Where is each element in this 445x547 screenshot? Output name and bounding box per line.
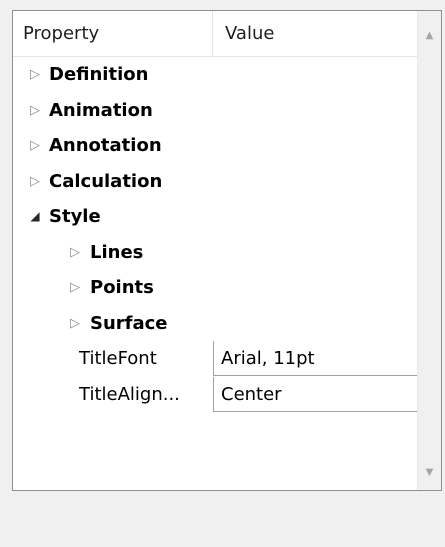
property-value-field[interactable]: Center xyxy=(213,376,419,412)
subcategory-row-points[interactable]: ▷ Points xyxy=(13,270,419,306)
subcategory-row-surface[interactable]: ▷ Surface xyxy=(13,306,419,342)
category-row-annotation[interactable]: ▷ Annotation xyxy=(13,128,419,164)
property-row-titlefont[interactable]: TitleFont Arial, 11pt xyxy=(13,341,419,377)
property-name: TitleFont xyxy=(79,348,157,369)
property-rows: ▷ Definition ▷ Animation ▷ Annotation ▷ … xyxy=(13,57,419,412)
collapsed-triangle-icon[interactable]: ▷ xyxy=(27,93,43,129)
category-label: Definition xyxy=(49,64,149,85)
category-label: Annotation xyxy=(49,135,162,156)
collapsed-triangle-icon[interactable]: ▷ xyxy=(27,128,43,164)
property-name: TitleAlign... xyxy=(79,383,180,405)
description-pane xyxy=(12,500,442,547)
collapsed-triangle-icon[interactable]: ▷ xyxy=(27,164,43,200)
category-label: Style xyxy=(49,206,101,227)
vertical-scrollbar[interactable]: ▲ ▼ xyxy=(417,11,441,490)
chevron-up-icon[interactable]: ▲ xyxy=(418,19,441,53)
category-row-definition[interactable]: ▷ Definition xyxy=(13,57,419,93)
category-row-animation[interactable]: ▷ Animation xyxy=(13,93,419,129)
category-label: Calculation xyxy=(49,170,163,192)
collapsed-triangle-icon[interactable]: ▷ xyxy=(67,270,83,306)
category-row-style[interactable]: ◢ Style xyxy=(13,199,419,235)
property-row-titlealign[interactable]: TitleAlign... Center xyxy=(13,376,419,413)
collapsed-triangle-icon[interactable]: ▷ xyxy=(67,235,83,271)
chevron-down-icon[interactable]: ▼ xyxy=(418,456,441,490)
collapsed-triangle-icon[interactable]: ▷ xyxy=(67,306,83,342)
subcategory-label: Surface xyxy=(90,312,168,334)
subcategory-label: Lines xyxy=(90,241,144,263)
column-header-property[interactable]: Property xyxy=(23,11,209,56)
property-grid: Property Value ▷ Definition ▷ Animation … xyxy=(12,10,442,491)
category-label: Animation xyxy=(49,99,153,121)
collapsed-triangle-icon[interactable]: ▷ xyxy=(27,57,43,93)
subcategory-row-lines[interactable]: ▷ Lines xyxy=(13,235,419,271)
category-row-calculation[interactable]: ▷ Calculation xyxy=(13,164,419,200)
column-header-value[interactable]: Value xyxy=(225,11,415,56)
column-divider[interactable] xyxy=(212,11,213,56)
expanded-triangle-icon[interactable]: ◢ xyxy=(27,199,43,235)
subcategory-label: Points xyxy=(90,277,154,298)
property-value-field[interactable]: Arial, 11pt xyxy=(213,341,419,376)
property-grid-header: Property Value xyxy=(13,11,419,57)
